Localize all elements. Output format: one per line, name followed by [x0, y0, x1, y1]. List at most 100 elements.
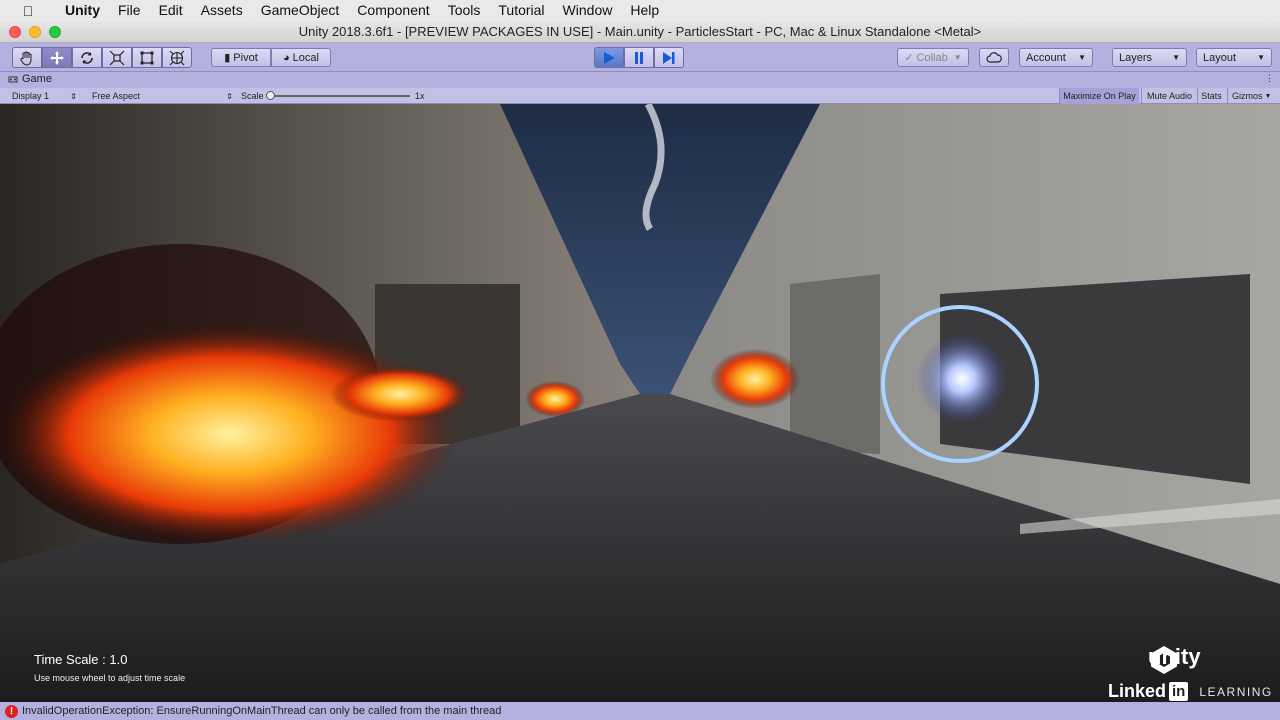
hand-tool-button[interactable] [12, 47, 42, 68]
collab-label: Collab [916, 51, 948, 64]
maximize-label: Maximize On Play [1063, 91, 1136, 101]
maximize-on-play-toggle[interactable]: Maximize On Play [1059, 88, 1139, 104]
transform-icon [169, 50, 185, 65]
move-arrows-icon [50, 50, 64, 65]
menu-tools[interactable]: Tools [439, 0, 490, 21]
mute-audio-toggle[interactable]: Mute Audio [1141, 88, 1197, 104]
display-dropdown[interactable]: Display 1 ⇕ [8, 89, 80, 103]
pivot-icon: ▮ [224, 52, 231, 64]
transform-tool-button[interactable] [162, 47, 192, 68]
right-pillar [790, 274, 880, 454]
move-tool-button[interactable] [42, 47, 72, 68]
menu-window[interactable]: Window [554, 0, 622, 21]
fire-jet-left [330, 366, 470, 422]
layout-label: Layout [1203, 51, 1237, 64]
local-label: Local [292, 51, 319, 64]
local-toggle[interactable]: ◕ Local [271, 48, 331, 67]
minimize-window-button[interactable] [29, 26, 41, 38]
scale-value: 1x [415, 91, 425, 101]
unity-toolbar: ▮ Pivot ◕ Local ✓ Collab ▼ Account ▼ Lay… [0, 43, 1280, 72]
play-controls [594, 47, 684, 68]
fire-blast-left [0, 324, 460, 544]
collab-dropdown[interactable]: ✓ Collab ▼ [897, 48, 969, 67]
transform-tools [12, 47, 192, 68]
scale-icon [109, 50, 125, 65]
fire-jet-right [710, 349, 800, 409]
window-title-bar: Unity 2018.3.6f1 - [PREVIEW PACKAGES IN … [0, 21, 1280, 43]
check-icon: ✓ [904, 52, 914, 64]
pivot-label: Pivot [233, 51, 258, 64]
menu-tutorial[interactable]: Tutorial [489, 0, 553, 21]
chevron-updown-icon: ⇕ [70, 91, 77, 101]
menu-file[interactable]: File [109, 0, 150, 21]
gizmos-dropdown[interactable]: Gizmos ▼ [1227, 88, 1273, 104]
gamepad-icon [8, 76, 18, 82]
chevron-down-icon: ▼ [1264, 92, 1272, 100]
account-label: Account [1026, 51, 1066, 64]
layers-label: Layers [1119, 51, 1153, 64]
window-title: Unity 2018.3.6f1 - [PREVIEW PACKAGES IN … [298, 24, 982, 39]
window-controls [9, 26, 61, 38]
game-tab-bar: Game ⋮ [0, 72, 1280, 88]
game-viewport[interactable]: Time Scale : 1.0 Use mouse wheel to adju… [0, 104, 1280, 702]
menu-unity[interactable]: Unity [56, 0, 109, 21]
aspect-dropdown[interactable]: Free Aspect ⇕ [88, 89, 236, 103]
stats-toggle[interactable]: Stats [1197, 88, 1225, 104]
learning-wordmark: LEARNING [1199, 684, 1273, 699]
menu-assets[interactable]: Assets [192, 0, 252, 21]
hand-icon [20, 51, 32, 66]
scale-slider-handle[interactable] [266, 91, 275, 100]
console-status-bar[interactable]: ! InvalidOperationException: EnsureRunni… [0, 702, 1280, 720]
layers-dropdown[interactable]: Layers ▼ [1112, 48, 1187, 67]
mute-label: Mute Audio [1146, 91, 1193, 101]
time-scale-hint: Use mouse wheel to adjust time scale [34, 673, 186, 683]
mac-menu-bar:  Unity File Edit Assets GameObject Comp… [0, 0, 1280, 21]
rect-tool-icon [140, 51, 154, 64]
stats-label: Stats [1201, 91, 1222, 101]
energy-core [917, 334, 1007, 424]
step-icon [663, 51, 675, 64]
pivot-toggle[interactable]: ▮ Pivot [211, 48, 271, 67]
scale-slider-track[interactable] [270, 95, 410, 97]
cloud-button[interactable] [979, 48, 1009, 67]
menu-help[interactable]: Help [621, 0, 668, 21]
linkedin-wordmark: Linked [1108, 681, 1167, 701]
close-window-button[interactable] [9, 26, 21, 38]
fire-jet-far [525, 381, 585, 417]
apple-menu-icon[interactable]:  [0, 3, 56, 19]
chevron-down-icon: ▼ [1172, 53, 1180, 62]
game-scene [0, 104, 1280, 702]
menu-edit[interactable]: Edit [150, 0, 192, 21]
linkedin-in-badge: in [1169, 682, 1189, 701]
gizmos-label: Gizmos [1232, 91, 1263, 101]
game-view-toolbar: Display 1 ⇕ Free Aspect ⇕ Scale 1x Maxim… [0, 88, 1280, 104]
unity-cube-icon [1151, 646, 1177, 674]
tab-game[interactable]: Game [8, 73, 52, 85]
zoom-window-button[interactable] [49, 26, 61, 38]
pause-icon [635, 51, 643, 64]
globe-icon: ◕ [283, 51, 290, 64]
rotate-tool-button[interactable] [72, 47, 102, 68]
scale-tool-button[interactable] [102, 47, 132, 68]
layout-dropdown[interactable]: Layout ▼ [1196, 48, 1272, 67]
play-button[interactable] [594, 47, 624, 68]
aspect-label: Free Aspect [92, 91, 141, 101]
tab-game-label: Game [22, 73, 52, 85]
play-icon [604, 51, 615, 64]
unity-logo: unity [1148, 644, 1201, 674]
account-dropdown[interactable]: Account ▼ [1019, 48, 1093, 67]
chevron-down-icon: ▼ [1257, 53, 1265, 62]
tab-menu-icon[interactable]: ⋮ [1265, 73, 1274, 84]
chevron-updown-icon: ⇕ [226, 91, 233, 101]
status-message: InvalidOperationException: EnsureRunning… [22, 705, 502, 717]
scale-label: Scale [241, 91, 264, 101]
pause-button[interactable] [624, 47, 654, 68]
menu-component[interactable]: Component [348, 0, 438, 21]
time-scale-label: Time Scale : 1.0 [34, 652, 128, 667]
cloud-icon [986, 52, 1002, 63]
chevron-down-icon: ▼ [1078, 53, 1086, 62]
chevron-down-icon: ▼ [953, 53, 962, 62]
step-button[interactable] [654, 47, 684, 68]
rect-tool-button[interactable] [132, 47, 162, 68]
menu-gameobject[interactable]: GameObject [252, 0, 349, 21]
